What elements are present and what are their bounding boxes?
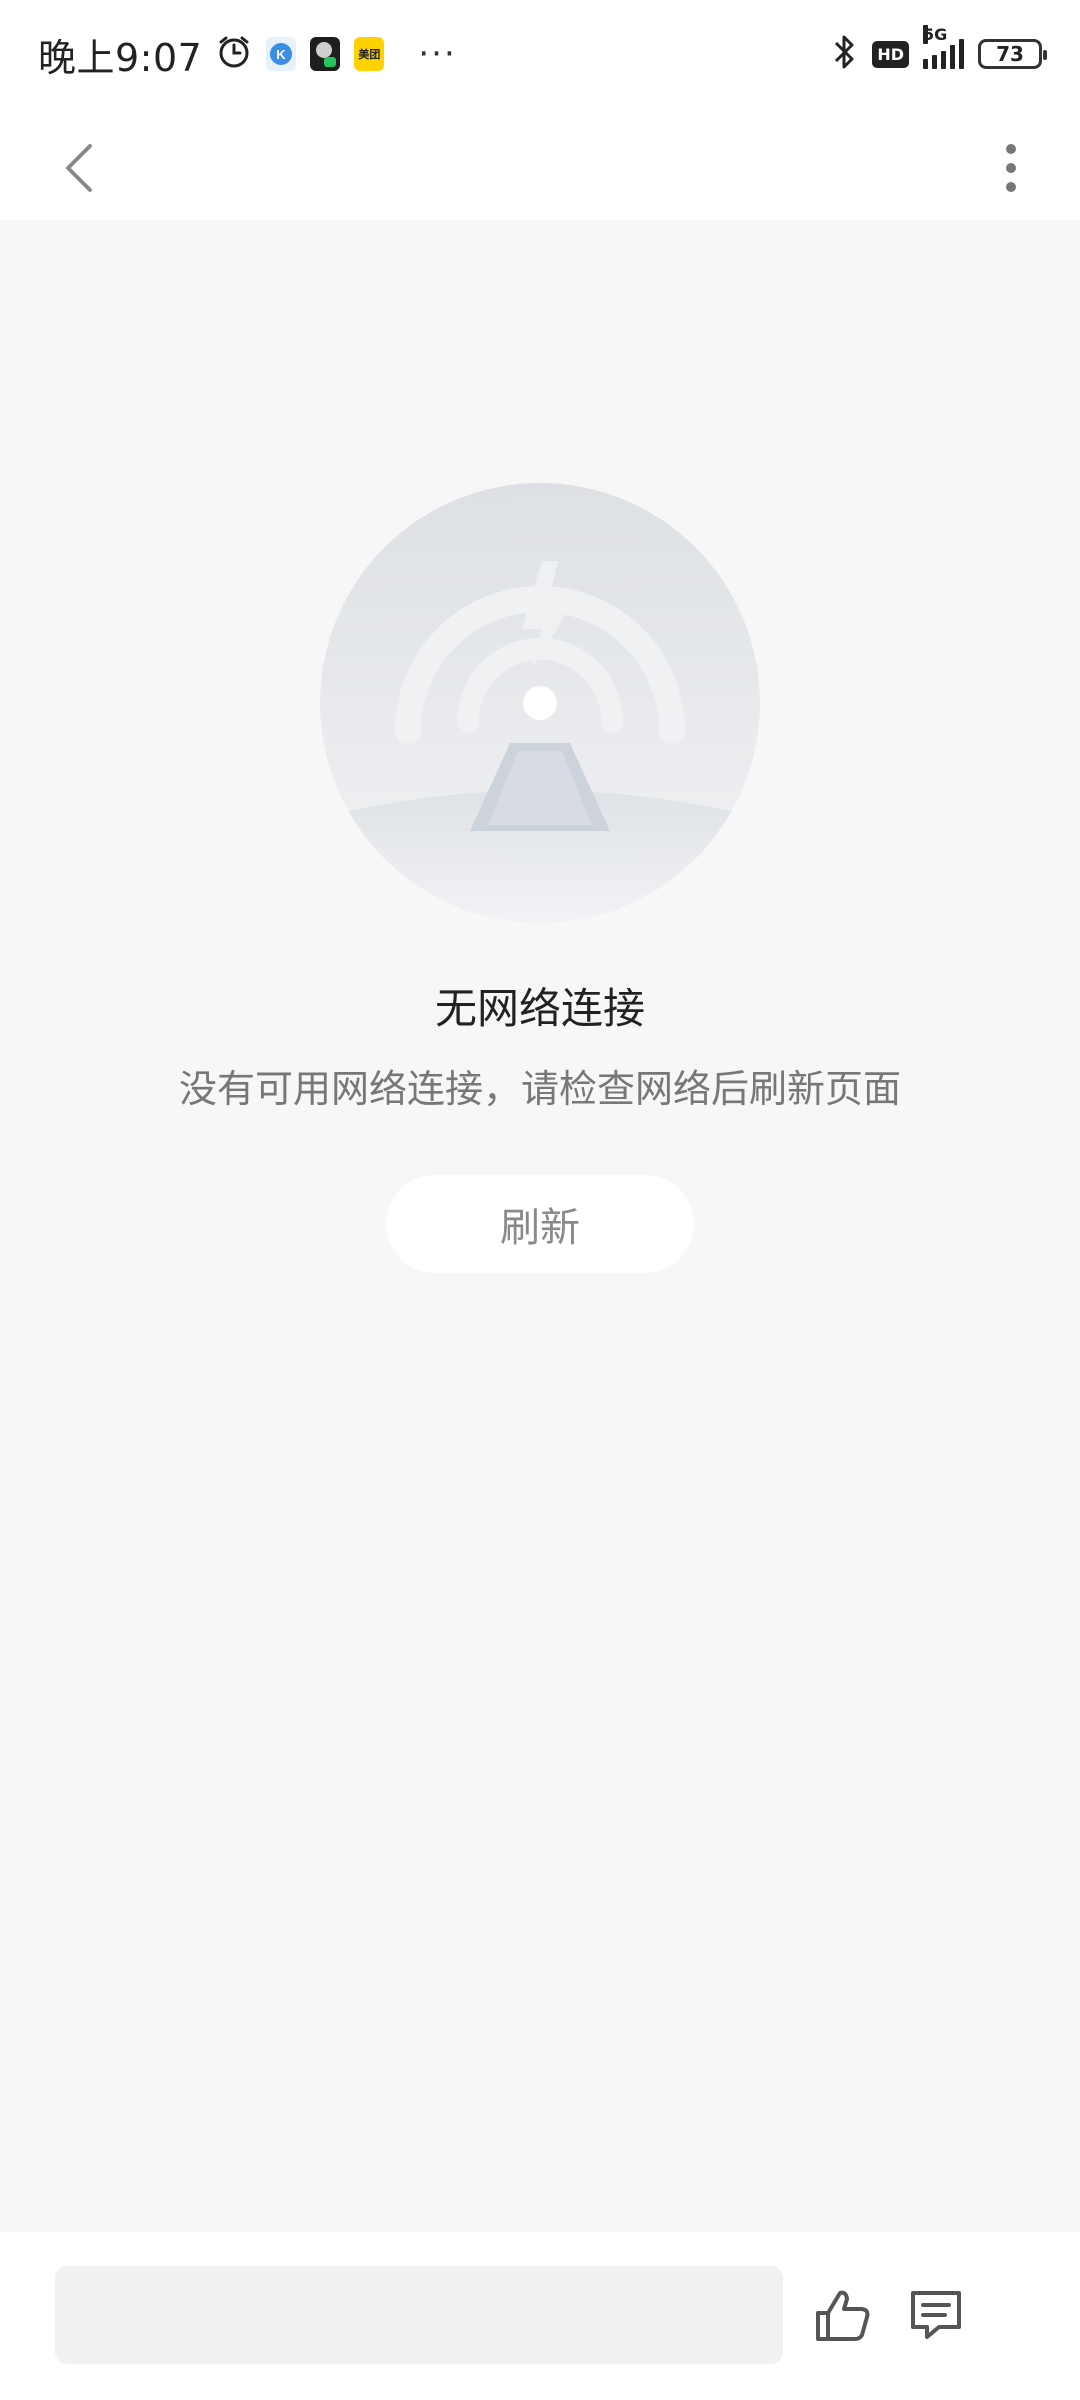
no-network-illustration (320, 483, 760, 923)
bluetooth-icon (832, 33, 858, 75)
refresh-button[interactable]: 刷新 (386, 1175, 694, 1273)
battery-level: 73 (996, 42, 1024, 66)
signal-icon: 5G (923, 25, 964, 69)
k-app-icon: K (266, 37, 297, 71)
status-time: 晚上9:07 (38, 35, 203, 80)
more-notifications: ··· (418, 34, 457, 74)
empty-state-description: 没有可用网络连接，请检查网络后刷新页面 (178, 1067, 901, 1111)
more-options-button[interactable] (986, 138, 1036, 198)
comment-icon (911, 2291, 961, 2339)
page: 晚上9:07 K 美团 ··· HD 5G 73 无网络连接 没有可用网络连接，… (0, 0, 1080, 2400)
comment-input[interactable] (55, 2266, 783, 2364)
comment-button[interactable] (905, 2284, 967, 2346)
empty-state-title: 无网络连接 (434, 984, 645, 1033)
status-bar-right: HD 5G 73 (832, 25, 1047, 75)
alarm-icon (216, 34, 252, 74)
nav-bar (0, 108, 1080, 220)
back-button[interactable] (50, 138, 110, 198)
more-vertical-icon (1006, 144, 1016, 192)
chevron-left-icon (66, 144, 92, 192)
like-button[interactable] (812, 2284, 874, 2346)
bottom-bar (0, 2232, 1080, 2400)
battery-icon: 73 (978, 39, 1047, 69)
network-type: 5G (923, 25, 948, 44)
wechat-icon (310, 37, 341, 71)
hd-badge: HD (872, 40, 909, 68)
status-bar-left: 晚上9:07 K 美团 ··· (38, 27, 457, 82)
thumbs-up-icon (816, 2290, 870, 2341)
status-bar: 晚上9:07 K 美团 ··· HD 5G 73 (0, 0, 1080, 108)
meituan-icon: 美团 (354, 37, 385, 71)
meituan-label: 美团 (358, 48, 381, 61)
k-app-label: K (277, 47, 287, 62)
